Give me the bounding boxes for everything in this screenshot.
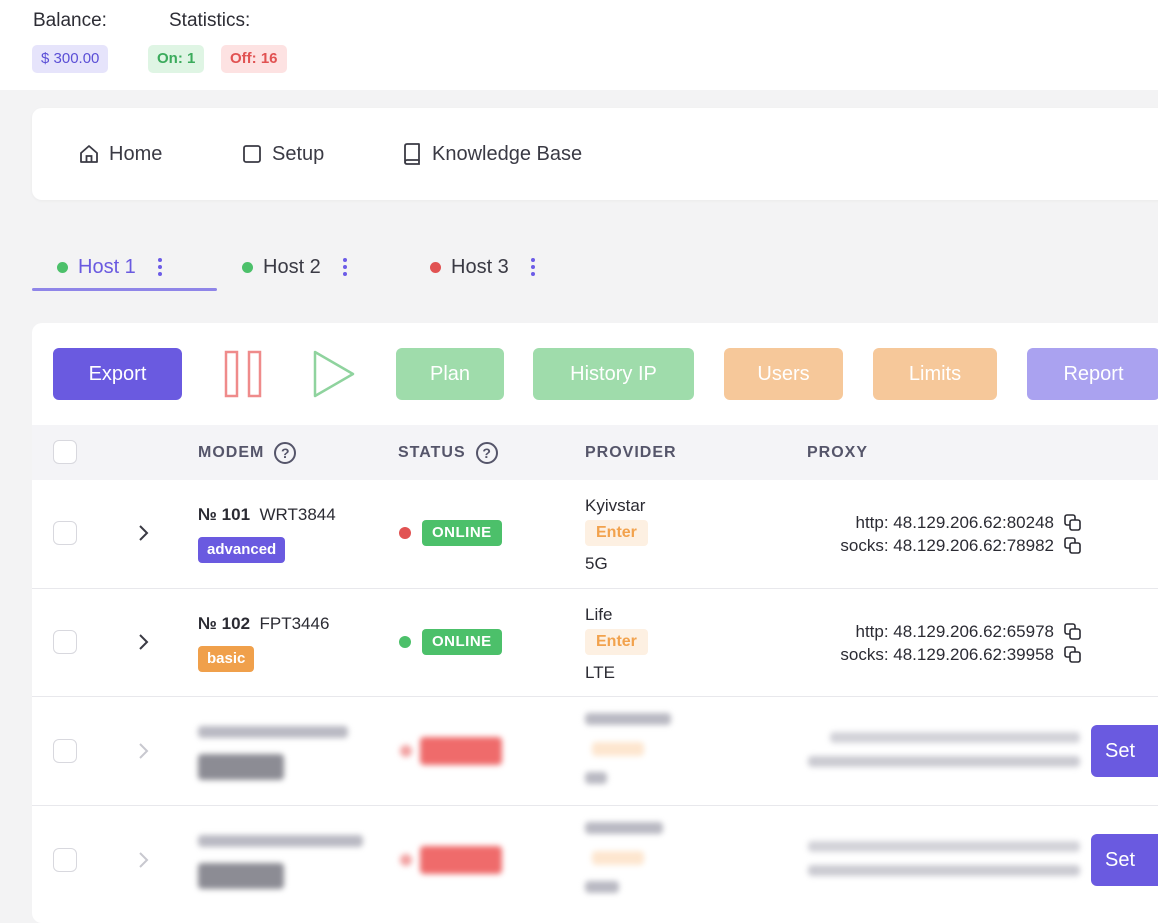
statistics-label: Statistics: [169,10,251,31]
column-header-proxy: PROXY [807,443,869,461]
main-nav: Home Setup Knowledge Base [32,108,1158,200]
nav-item-label: Setup [272,142,325,165]
history-ip-button[interactable]: History IP [533,348,694,400]
select-all-checkbox[interactable] [53,440,77,464]
nav-item-home[interactable]: Home [79,108,162,200]
help-icon[interactable]: ? [475,441,498,464]
home-icon [80,145,98,163]
chevron-right-icon[interactable] [138,633,150,651]
modem-id: № 102 FPT3446 [198,614,329,634]
export-button[interactable]: Export [53,348,182,400]
copy-icon[interactable] [1064,623,1082,641]
online-count-badge: On: 1 [148,45,205,73]
tab-label: Host 2 [263,255,321,278]
row-divider [32,696,1158,697]
row-checkbox[interactable] [53,521,77,545]
network-type: 5G [585,554,608,573]
row-divider [32,805,1158,806]
row-checkbox[interactable] [53,848,77,872]
nav-item-label: Knowledge Base [432,142,583,165]
pause-icon[interactable] [224,350,262,398]
chevron-right-icon[interactable] [138,524,150,542]
square-icon [243,145,261,163]
report-button[interactable]: Report [1027,348,1158,400]
enter-button[interactable]: Enter [585,629,648,655]
provider-name: Life [585,605,613,624]
set-button[interactable]: Set [1091,834,1158,886]
balance-badge: $ 300.00 [32,45,109,73]
proxy-http: http: 48.129.206.62:65978 [855,622,1054,641]
users-button[interactable]: Users [724,348,843,400]
tab-host-1[interactable]: Host 1 [57,250,162,284]
plan-badge: advanced [198,537,286,563]
top-bar: Balance: Statistics: $ 300.00 On: 1 Off:… [0,0,1158,90]
tab-host-3[interactable]: Host 3 [430,250,535,284]
column-header-modem: MODEM ? [198,425,297,480]
host-status-dot [57,261,68,273]
status-badge: ONLINE [422,629,502,655]
proxy-http: http: 48.129.206.62:80248 [855,513,1054,532]
row-checkbox[interactable] [53,739,77,763]
balance-label: Balance: [33,10,107,31]
column-label: STATUS [398,443,466,461]
kebab-menu-icon[interactable] [342,258,347,276]
modem-id: № 101 WRT3844 [198,505,336,525]
copy-icon[interactable] [1064,646,1082,664]
copy-icon[interactable] [1064,537,1082,555]
proxy-socks: socks: 48.129.206.62:39958 [840,645,1054,664]
plan-button[interactable]: Plan [396,348,504,400]
column-header-status: STATUS ? [398,425,498,480]
proxy-socks: socks: 48.129.206.62:78982 [840,536,1054,555]
modem-number: № 101 [198,505,251,524]
play-icon[interactable] [312,349,356,399]
active-tab-underline [32,288,217,291]
tab-label: Host 3 [451,255,509,278]
host-status-dot [242,261,253,273]
set-button[interactable]: Set [1091,725,1158,777]
row-divider [32,588,1158,589]
limits-button[interactable]: Limits [873,348,997,400]
book-icon [404,143,420,165]
modem-number: № 102 [198,614,251,633]
status-dot [399,527,411,539]
kebab-menu-icon[interactable] [530,258,535,276]
kebab-menu-icon[interactable] [157,258,162,276]
network-type: LTE [585,663,615,682]
plan-badge: basic [198,646,255,672]
copy-icon[interactable] [1064,514,1082,532]
offline-count-badge: Off: 16 [221,45,287,73]
nav-item-label: Home [109,142,163,165]
host-status-dot [430,261,441,273]
row-checkbox[interactable] [53,630,77,654]
chevron-right-icon[interactable] [138,851,150,869]
column-header-provider: PROVIDER [585,443,677,461]
status-badge: ONLINE [422,520,502,546]
status-dot [399,636,411,648]
nav-item-setup[interactable]: Setup [242,108,324,200]
column-label: MODEM [198,443,265,461]
chevron-right-icon[interactable] [138,742,150,760]
modem-model: FPT3446 [259,614,330,633]
help-icon[interactable]: ? [274,441,297,464]
provider-name: Kyivstar [585,496,646,515]
nav-item-knowledge-base[interactable]: Knowledge Base [402,108,582,200]
tab-host-2[interactable]: Host 2 [242,250,347,284]
tab-label: Host 1 [78,255,136,278]
enter-button[interactable]: Enter [585,520,648,546]
modem-model: WRT3844 [259,505,336,524]
